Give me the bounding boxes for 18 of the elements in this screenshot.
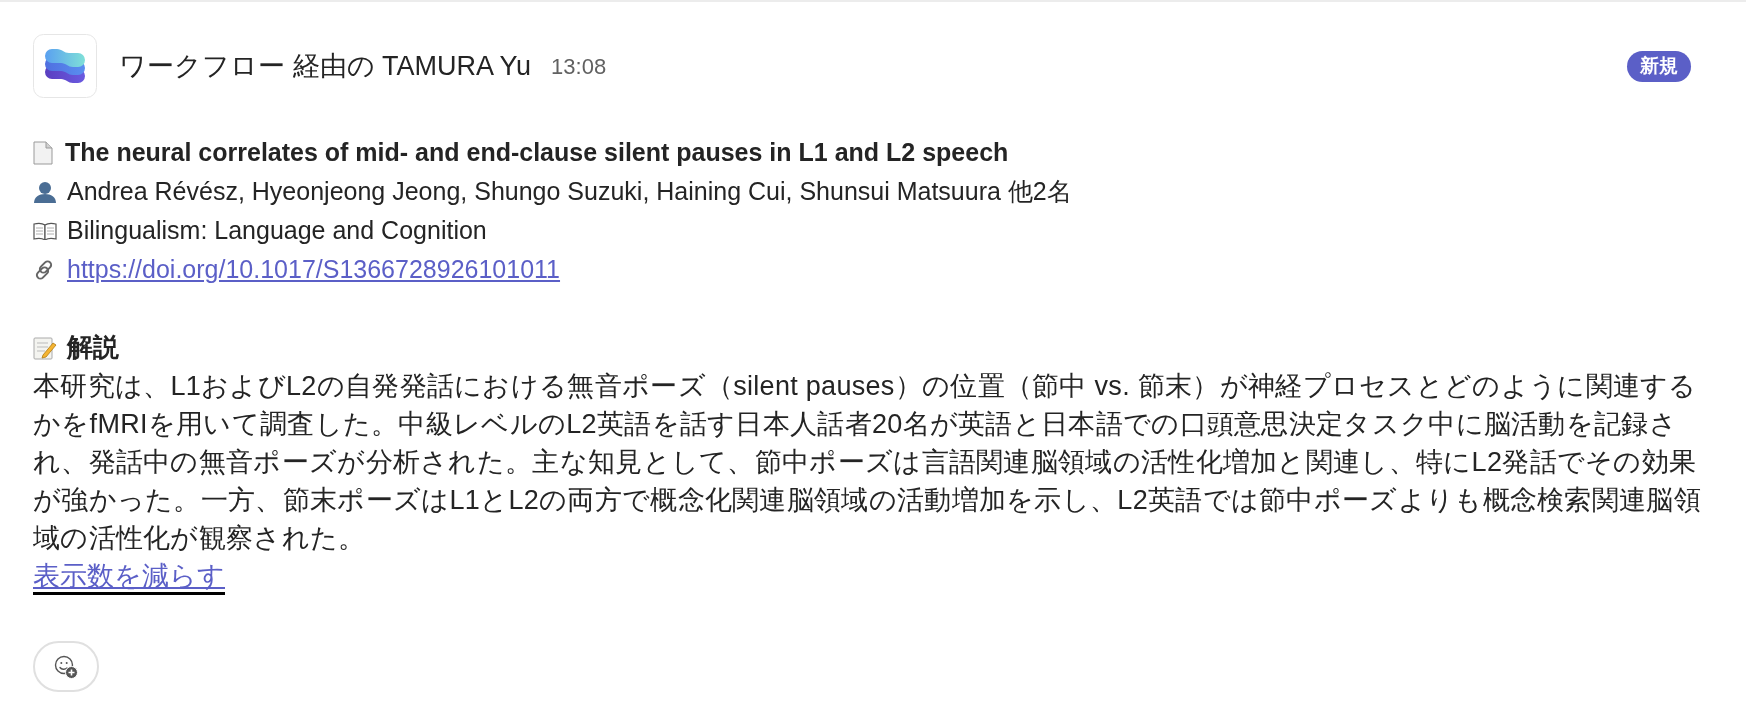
show-less-link[interactable]: 表示数を減らす <box>33 561 225 595</box>
paper-title: The neural correlates of mid- and end-clause silent pauses in L1 and L2 speech <box>65 137 1009 168</box>
add-emoji-icon <box>54 654 78 679</box>
link-icon <box>33 258 55 281</box>
person-icon <box>33 180 57 203</box>
new-badge: 新規 <box>1627 50 1691 82</box>
paper-authors: Andrea Révész, Hyeonjeong Jeong, Shungo Suzuki, Haining Cui, Shunsui Matsuura 他2名 <box>67 176 1072 207</box>
document-icon <box>33 140 53 165</box>
doi-link[interactable]: https://doi.org/10.1017/S1366728926101011 <box>67 250 561 289</box>
journal-name: Bilingualism: Language and Cognition <box>67 215 487 246</box>
book-icon <box>33 221 57 240</box>
memo-icon <box>33 335 57 360</box>
app-logo-icon <box>33 34 97 98</box>
sender-name: ワークフロー 経由の TAMURA Yu <box>119 49 532 83</box>
summary-heading: 解説 <box>67 331 119 364</box>
message-time: 13:08 <box>551 52 607 81</box>
add-reaction-button[interactable] <box>33 641 99 692</box>
summary-text: 本研究は、L1およびL2の自発発話における無音ポーズ（silent pauses）の位置（節中 vs. 節末）が神経プロセスとどのように関連するかをfMRIを用いて調査した。中級レベルのL2英語を話す日本人話者20名が英語と日本語での口頭意思決定タスク中に脳活動を記録され、発話中の無音ポーズが分析された。主な知見として、節中ポーズは言語関連脳領域の活性化増加と関連し、特にL2発話でその効果が強かった。一方、節末ポーズはL1とL2の両方で概念化関連脳領域の活動増加を示し、L2英語では節中ポーズよりも概念検索関連脳領域の活性化が観察された。 <box>33 370 1702 555</box>
